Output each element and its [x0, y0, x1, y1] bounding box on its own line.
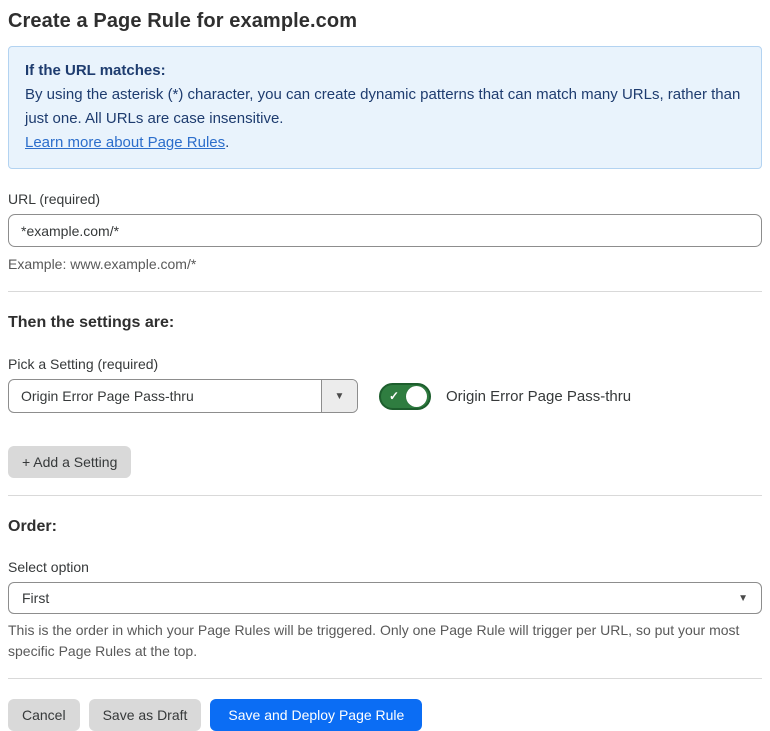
settings-section-heading: Then the settings are: [8, 314, 175, 332]
learn-more-link[interactable]: Learn more about Page Rules [25, 134, 225, 151]
setting-dropdown-arrow-button[interactable]: ▼ [321, 380, 357, 413]
setting-row: Origin Error Page Pass-thru ▼ ✓ Origin E… [8, 379, 762, 414]
divider [8, 677, 762, 679]
order-select-value: First [22, 590, 50, 607]
url-example-text: Example: www.example.com/* [8, 256, 197, 272]
save-deploy-button[interactable]: Save and Deploy Page Rule [210, 698, 423, 731]
setting-dropdown-value: Origin Error Page Pass-thru [21, 388, 194, 405]
info-box-heading: If the URL matches: [25, 62, 166, 79]
add-setting-wrap: + Add a Setting [8, 446, 762, 479]
caret-down-icon: ▼ [334, 390, 345, 402]
divider [8, 291, 762, 293]
setting-dropdown[interactable]: Origin Error Page Pass-thru ▼ [8, 379, 358, 414]
info-link-suffix: . [225, 134, 230, 151]
footer-actions: Cancel Save as Draft Save and Deploy Pag… [8, 698, 762, 731]
add-setting-button[interactable]: + Add a Setting [8, 446, 132, 479]
order-select[interactable]: First ▼ [8, 582, 762, 615]
toggle-knob [406, 385, 427, 407]
divider [8, 495, 762, 497]
page-title: Create a Page Rule for example.com [8, 10, 358, 32]
save-draft-button[interactable]: Save as Draft [88, 698, 202, 731]
cancel-button[interactable]: Cancel [8, 698, 80, 731]
order-helper-text: This is the order in which your Page Rul… [8, 622, 740, 659]
url-match-info-box: If the URL matches: By using the asteris… [8, 46, 762, 169]
pick-setting-label: Pick a Setting (required) [8, 356, 159, 373]
order-section-heading: Order: [8, 518, 57, 536]
url-input[interactable] [8, 214, 762, 247]
caret-down-icon: ▼ [738, 592, 748, 604]
info-link-line: Learn more about Page Rules. [25, 131, 745, 155]
select-option-label: Select option [8, 559, 89, 576]
info-box-body: By using the asterisk (*) character, you… [25, 86, 741, 127]
check-icon: ✓ [389, 389, 400, 404]
setting-toggle-label: Origin Error Page Pass-thru [446, 387, 632, 405]
url-label: URL (required) [8, 191, 101, 207]
setting-toggle[interactable]: ✓ [379, 382, 431, 410]
